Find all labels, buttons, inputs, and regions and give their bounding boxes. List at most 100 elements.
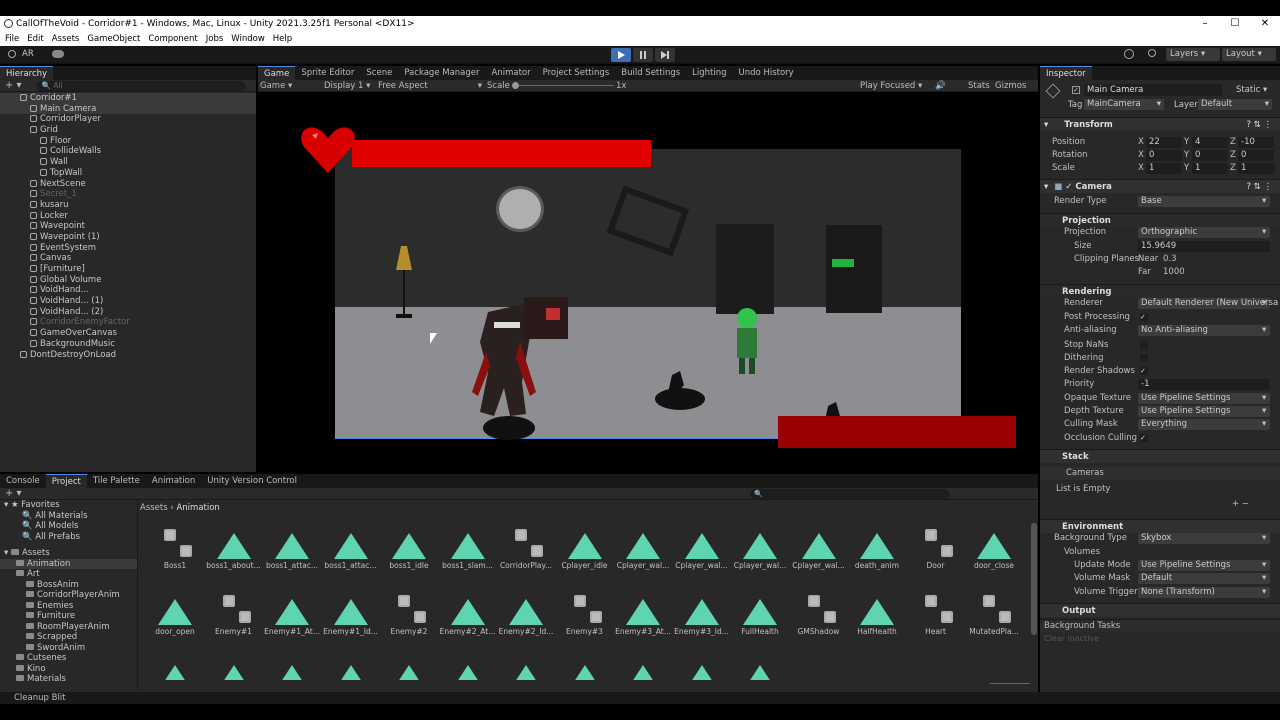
asset-item[interactable]: Boss1 bbox=[146, 515, 204, 575]
account-dropdown[interactable]: AR bbox=[22, 49, 34, 59]
transform-scale-y-field[interactable]: 1 bbox=[1192, 163, 1228, 174]
asset-item-partial[interactable] bbox=[497, 647, 555, 680]
tab-undo-history[interactable]: Undo History bbox=[733, 66, 800, 80]
folder-item[interactable]: Materials bbox=[0, 674, 137, 685]
hierarchy-item[interactable]: CorridorPlayer bbox=[0, 114, 256, 125]
asset-item[interactable]: GMShadow bbox=[790, 581, 848, 641]
breadcrumb-animation[interactable]: Animation bbox=[176, 503, 219, 513]
camera-section-rendering_section[interactable]: Rendering bbox=[1040, 284, 1280, 298]
folder-item[interactable]: Cutsenes bbox=[0, 653, 137, 664]
game-canvas[interactable] bbox=[258, 92, 1038, 472]
tab-unity-version-control[interactable]: Unity Version Control bbox=[201, 474, 303, 488]
icon-size-slider[interactable] bbox=[990, 683, 1030, 684]
camera-field-value[interactable]: Use Pipeline Settings bbox=[1138, 406, 1270, 417]
hierarchy-item[interactable]: Secret_1 bbox=[0, 189, 256, 200]
tab-tile-palette[interactable]: Tile Palette bbox=[87, 474, 146, 488]
asset-item-partial[interactable] bbox=[439, 647, 497, 680]
tab-inspector[interactable]: Inspector bbox=[1040, 66, 1092, 80]
asset-item[interactable]: boss1_idle bbox=[380, 515, 438, 575]
tab-package-manager[interactable]: Package Manager bbox=[398, 66, 485, 80]
camera-checkbox[interactable]: ✓ bbox=[1140, 434, 1148, 442]
stats-button[interactable]: Stats bbox=[968, 81, 990, 91]
asset-item-partial[interactable] bbox=[614, 647, 672, 680]
aspect-dropdown[interactable]: Free Aspect ▾ bbox=[378, 81, 482, 91]
asset-item-partial[interactable] bbox=[322, 647, 380, 680]
layers-dropdown[interactable]: Layers ▾ bbox=[1166, 48, 1220, 61]
asset-item[interactable]: death_anim bbox=[848, 515, 906, 575]
hierarchy-item[interactable]: Locker bbox=[0, 211, 256, 222]
folder-item[interactable]: Furniture bbox=[0, 611, 137, 622]
transform-position-x-field[interactable]: 22 bbox=[1146, 137, 1182, 148]
menu-help[interactable]: Help bbox=[273, 32, 292, 46]
asset-item[interactable]: Enemy#1_Id... bbox=[322, 581, 380, 641]
folder-item[interactable]: SwordAnim bbox=[0, 643, 137, 654]
folder-item[interactable]: Art bbox=[0, 569, 137, 580]
asset-item[interactable]: Cplayer_wal... bbox=[790, 515, 848, 575]
tab-sprite-editor[interactable]: Sprite Editor bbox=[295, 66, 360, 80]
camera-header[interactable]: ▾ ■ ✓ Camera? ⇅ ⋮ bbox=[1040, 179, 1280, 193]
camera-field-value[interactable]: No Anti-aliasing bbox=[1138, 325, 1270, 336]
play-focused-dropdown[interactable]: Play Focused ▾ bbox=[860, 81, 922, 91]
hierarchy-item[interactable]: EventSystem bbox=[0, 243, 256, 254]
project-search-input[interactable]: 🔍 bbox=[750, 489, 950, 499]
camera-field-value[interactable]: Use Pipeline Settings bbox=[1138, 393, 1270, 404]
minimize-button[interactable]: – bbox=[1190, 16, 1220, 32]
folder-item[interactable]: Scrapped bbox=[0, 632, 137, 643]
folder-item[interactable]: Animation bbox=[0, 558, 137, 569]
menu-component[interactable]: Component bbox=[148, 32, 197, 46]
transform-rotation-x-field[interactable]: 0 bbox=[1146, 150, 1182, 161]
close-button[interactable]: ✕ bbox=[1250, 16, 1280, 32]
layer-dropdown[interactable]: Default ▾ bbox=[1198, 99, 1272, 110]
asset-item[interactable]: Enemy#2_Id... bbox=[497, 581, 555, 641]
hierarchy-item[interactable]: Wavepoint bbox=[0, 221, 256, 232]
transform-position-z-field[interactable]: -10 bbox=[1238, 137, 1274, 148]
asset-item[interactable]: MutatedPla... bbox=[965, 581, 1023, 641]
camera-checkbox[interactable]: ✓ bbox=[1140, 367, 1148, 375]
transform-scale-x-field[interactable]: 1 bbox=[1146, 163, 1182, 174]
environment-field-value[interactable]: None (Transform) bbox=[1138, 587, 1270, 598]
asset-item-partial[interactable] bbox=[146, 647, 204, 680]
static-toggle[interactable]: Static ▾ bbox=[1236, 84, 1267, 96]
asset-item[interactable]: Enemy#1_At... bbox=[263, 581, 321, 641]
folder-item[interactable]: Enemies bbox=[0, 601, 137, 612]
favorites-header[interactable]: ▾ ★ Favorites bbox=[0, 500, 137, 511]
favorite-item[interactable]: 🔍 All Prefabs bbox=[0, 532, 137, 543]
hierarchy-item[interactable]: Floor bbox=[0, 136, 256, 147]
camera-field-value[interactable]: -1 bbox=[1138, 379, 1270, 390]
layout-dropdown[interactable]: Layout ▾ bbox=[1222, 48, 1276, 61]
hierarchy-search-input[interactable]: 🔍 All bbox=[35, 80, 246, 91]
hierarchy-item[interactable]: DontDestroyOnLoad bbox=[0, 350, 256, 361]
hierarchy-item[interactable]: VoidHand... (1) bbox=[0, 296, 256, 307]
history-icon[interactable] bbox=[1124, 49, 1134, 59]
hierarchy-item[interactable]: Canvas bbox=[0, 253, 256, 264]
asset-item[interactable]: Enemy#3_At... bbox=[614, 581, 672, 641]
camera-field-value[interactable]: Default Renderer (New Universa bbox=[1138, 298, 1278, 309]
clear-inactive-link[interactable]: Clear inactive bbox=[1044, 634, 1099, 643]
play-button[interactable] bbox=[611, 48, 631, 62]
menu-jobs[interactable]: Jobs bbox=[206, 32, 224, 46]
output-header[interactable]: Output bbox=[1040, 603, 1280, 617]
object-name-field[interactable]: Main Camera bbox=[1084, 84, 1222, 96]
hierarchy-item[interactable]: Wavepoint (1) bbox=[0, 232, 256, 243]
asset-item[interactable]: Enemy#2 bbox=[380, 581, 438, 641]
folder-item[interactable]: CorridorPlayerAnim bbox=[0, 590, 137, 601]
cloud-icon[interactable] bbox=[52, 50, 64, 58]
camera-checkbox[interactable] bbox=[1140, 341, 1148, 349]
environment-field-value[interactable]: Skybox bbox=[1138, 533, 1270, 544]
asset-item[interactable]: CorridorPlay... bbox=[497, 515, 555, 575]
asset-item-partial[interactable] bbox=[556, 647, 614, 680]
folder-item[interactable]: BossAnim bbox=[0, 580, 137, 591]
tab-scene[interactable]: Scene bbox=[360, 66, 398, 80]
transform-position-y-field[interactable]: 4 bbox=[1192, 137, 1228, 148]
transform-rotation-y-field[interactable]: 0 bbox=[1192, 150, 1228, 161]
hierarchy-item[interactable]: CollideWalls bbox=[0, 146, 256, 157]
hierarchy-item[interactable]: Global Volume bbox=[0, 275, 256, 286]
tab-project[interactable]: Project bbox=[45, 474, 87, 488]
hierarchy-item[interactable]: Corridor#1 bbox=[0, 93, 256, 104]
asset-item[interactable]: Cplayer_idle bbox=[556, 515, 614, 575]
gizmos-button[interactable]: Gizmos bbox=[995, 81, 1026, 91]
asset-item-partial[interactable] bbox=[205, 647, 263, 680]
tag-dropdown[interactable]: MainCamera ▾ bbox=[1084, 99, 1164, 110]
asset-item[interactable]: Cplayer_wal... bbox=[673, 515, 731, 575]
project-add-icon[interactable]: + ▾ bbox=[5, 488, 22, 499]
